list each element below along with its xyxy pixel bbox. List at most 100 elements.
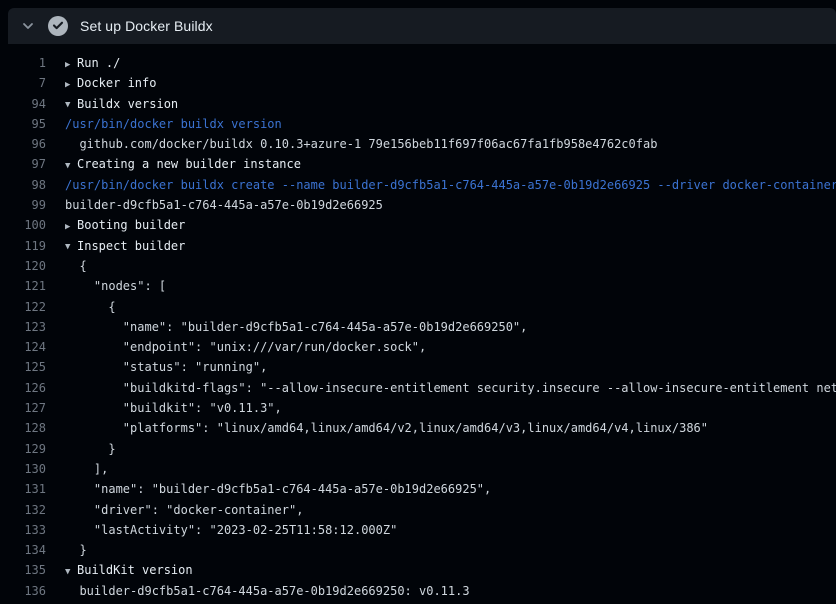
log-command-text: /usr/bin/docker buildx create --name bui… [65, 175, 836, 195]
line-number[interactable]: 94 [0, 94, 46, 114]
line-number[interactable]: 133 [0, 520, 46, 540]
log-group-content[interactable]: ▼BuildKit version [65, 560, 193, 580]
log-text: "name": "builder-d9cfb5a1-c764-445a-a57e… [65, 317, 527, 337]
log-group-row[interactable]: 94 ▼Buildx version [0, 94, 836, 114]
log-group-row[interactable]: 135 ▼BuildKit version [0, 560, 836, 580]
line-number[interactable]: 122 [0, 297, 46, 317]
log-line: 120 { [0, 256, 836, 276]
log-line: 133 "lastActivity": "2023-02-25T11:58:12… [0, 520, 836, 540]
log-text: ], [65, 459, 108, 479]
log-line: 95/usr/bin/docker buildx version [0, 114, 836, 134]
line-number[interactable]: 124 [0, 337, 46, 357]
log-line: 128 "platforms": "linux/amd64,linux/amd6… [0, 418, 836, 438]
log-line: 122 { [0, 297, 836, 317]
line-number[interactable]: 98 [0, 175, 46, 195]
log-line: 123 "name": "builder-d9cfb5a1-c764-445a-… [0, 317, 836, 337]
line-number[interactable]: 131 [0, 479, 46, 499]
log-text: } [65, 439, 116, 459]
log-text: "buildkit": "v0.11.3", [65, 398, 282, 418]
group-title: Run ./ [77, 56, 120, 70]
log-text: "driver": "docker-container", [65, 500, 303, 520]
log-group-row[interactable]: 100 ▶Booting builder [0, 215, 836, 235]
log-lines: 1▶Run ./7▶Docker info94▼Buildx version95… [0, 53, 836, 604]
line-number[interactable]: 130 [0, 459, 46, 479]
line-number[interactable]: 125 [0, 357, 46, 377]
log-group-content[interactable]: ▶Docker info [65, 73, 156, 93]
line-number[interactable]: 135 [0, 560, 46, 580]
log-line: 124 "endpoint": "unix:///var/run/docker.… [0, 337, 836, 357]
log-line: 127 "buildkit": "v0.11.3", [0, 398, 836, 418]
log-text: { [65, 297, 116, 317]
log-text: "endpoint": "unix:///var/run/docker.sock… [65, 337, 426, 357]
group-expanded-icon[interactable]: ▼ [65, 237, 77, 257]
line-number[interactable]: 136 [0, 581, 46, 601]
group-expanded-icon[interactable]: ▼ [65, 95, 77, 115]
line-number[interactable]: 129 [0, 439, 46, 459]
line-number[interactable]: 119 [0, 236, 46, 256]
log-text: { [65, 256, 87, 276]
line-number[interactable]: 100 [0, 215, 46, 235]
line-number[interactable]: 1 [0, 53, 46, 73]
log-group-row[interactable]: 1 ▶Run ./ [0, 53, 836, 73]
line-number[interactable]: 128 [0, 418, 46, 438]
log-group-row[interactable]: 7 ▶Docker info [0, 73, 836, 93]
check-circle-icon [48, 16, 68, 36]
group-expanded-icon[interactable]: ▼ [65, 562, 77, 582]
chevron-down-icon[interactable] [21, 19, 35, 33]
group-expanded-icon[interactable]: ▼ [65, 156, 77, 176]
log-line: 99 builder-d9cfb5a1-c764-445a-a57e-0b19d2… [0, 195, 836, 215]
step-header[interactable]: Set up Docker Buildx [8, 8, 836, 44]
log-line: 121 "nodes": [ [0, 276, 836, 296]
log-line: 130 ], [0, 459, 836, 479]
group-title: Docker info [77, 76, 156, 90]
group-collapsed-icon[interactable]: ▶ [65, 55, 77, 75]
log-line: 126 "buildkitd-flags": "--allow-insecure… [0, 378, 836, 398]
log-group-content[interactable]: ▼Inspect builder [65, 236, 185, 256]
line-number[interactable]: 123 [0, 317, 46, 337]
line-number[interactable]: 132 [0, 500, 46, 520]
line-number[interactable]: 7 [0, 73, 46, 93]
line-number[interactable]: 126 [0, 378, 46, 398]
log-text: "name": "builder-d9cfb5a1-c764-445a-a57e… [65, 479, 491, 499]
log-group-row[interactable]: 97 ▼Creating a new builder instance [0, 154, 836, 174]
log-line: 134 } [0, 540, 836, 560]
line-number[interactable]: 99 [0, 195, 46, 215]
log-line: 132 "driver": "docker-container", [0, 500, 836, 520]
line-number[interactable]: 120 [0, 256, 46, 276]
log-text: "nodes": [ [65, 276, 166, 296]
log-text: "lastActivity": "2023-02-25T11:58:12.000… [65, 520, 397, 540]
log-group-content[interactable]: ▼Buildx version [65, 94, 178, 114]
log-text: "platforms": "linux/amd64,linux/amd64/v2… [65, 418, 708, 438]
log-line: 129 } [0, 439, 836, 459]
log-text: builder-d9cfb5a1-c764-445a-a57e-0b19d2e6… [65, 195, 383, 215]
line-number[interactable]: 97 [0, 154, 46, 174]
log-group-content[interactable]: ▶Run ./ [65, 53, 120, 73]
log-command-text: /usr/bin/docker buildx version [65, 114, 282, 134]
step-title: Set up Docker Buildx [80, 18, 213, 34]
group-collapsed-icon[interactable]: ▶ [65, 217, 77, 237]
group-title: Creating a new builder instance [77, 157, 301, 171]
log-line: 136 builder-d9cfb5a1-c764-445a-a57e-0b19… [0, 581, 836, 601]
log-text: github.com/docker/buildx 0.10.3+azure-1 … [65, 134, 657, 154]
log-line: 131 "name": "builder-d9cfb5a1-c764-445a-… [0, 479, 836, 499]
line-number[interactable]: 96 [0, 134, 46, 154]
group-title: Buildx version [77, 97, 178, 111]
line-number[interactable]: 121 [0, 276, 46, 296]
line-number[interactable]: 134 [0, 540, 46, 560]
line-number[interactable]: 95 [0, 114, 46, 134]
group-collapsed-icon[interactable]: ▶ [65, 75, 77, 95]
log-line: 96 github.com/docker/buildx 0.10.3+azure… [0, 134, 836, 154]
log-line: 125 "status": "running", [0, 357, 836, 377]
log-group-content[interactable]: ▼Creating a new builder instance [65, 154, 301, 174]
log-text: "buildkitd-flags": "--allow-insecure-ent… [65, 378, 836, 398]
log-text: } [65, 540, 87, 560]
log-text: "status": "running", [65, 357, 267, 377]
log-line: 98/usr/bin/docker buildx create --name b… [0, 175, 836, 195]
log-text: builder-d9cfb5a1-c764-445a-a57e-0b19d2e6… [65, 581, 470, 601]
group-title: Booting builder [77, 218, 185, 232]
group-title: Inspect builder [77, 239, 185, 253]
log-group-content[interactable]: ▶Booting builder [65, 215, 185, 235]
line-number[interactable]: 127 [0, 398, 46, 418]
group-title: BuildKit version [77, 563, 193, 577]
log-group-row[interactable]: 119 ▼Inspect builder [0, 236, 836, 256]
